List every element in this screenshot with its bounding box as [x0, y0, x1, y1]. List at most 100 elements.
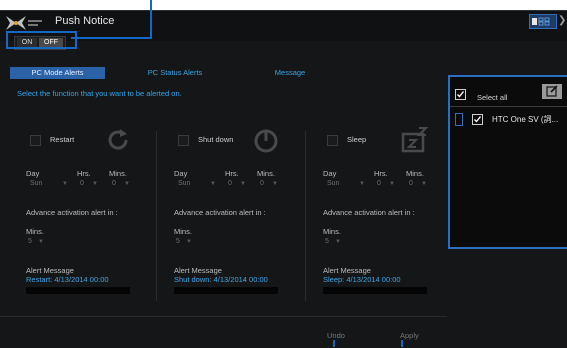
hrs-select[interactable]: 0 ▼ [74, 179, 100, 189]
adv-mins-label: Mins. [174, 227, 192, 236]
callout-line [150, 0, 152, 39]
device-name: HTC One SV (詞... [492, 115, 559, 124]
mins-value: 0 [409, 180, 413, 187]
shutdown-panel: Shut down Day Hrs. Mins. Sun ▼ 0 ▼ 0 ▼ Adva… [168, 111, 316, 301]
apply-button[interactable]: Apply [400, 331, 419, 340]
adv-mins-select[interactable]: 5 ▼ [323, 237, 343, 247]
sleep-checkbox[interactable] [327, 135, 338, 146]
restart-panel: Restart Day Hrs. Mins. Sun ▼ 0 ▼ 0 ▼ Advanc… [20, 111, 168, 301]
tab-message[interactable]: Message [265, 67, 315, 79]
alert-message-text: Restart: 4/13/2014 00:00 [26, 275, 109, 284]
chevron-down-icon: ▼ [92, 181, 98, 187]
chevron-down-icon: ▼ [272, 181, 278, 187]
advance-label: Advance activation alert in : [323, 208, 415, 217]
tuf-logo-icon [6, 16, 42, 30]
callout-line [333, 340, 335, 347]
adv-mins-value: 5 [28, 238, 32, 245]
alert-message-label: Alert Message [323, 266, 371, 275]
chevron-down-icon: ▼ [389, 181, 395, 187]
tab-bar: PC Mode Alerts PC Status Alerts Message [0, 67, 447, 79]
select-all-checkbox[interactable] [455, 89, 466, 100]
function-label: Shut down [198, 135, 234, 144]
callout-line [401, 340, 403, 347]
alert-message-text: Shut down: 4/13/2014 00:00 [174, 275, 268, 284]
function-label: Restart [50, 135, 75, 144]
day-value: Sun [178, 180, 191, 187]
hrs-label: Hrs. [374, 169, 388, 178]
adv-mins-select[interactable]: 5 ▼ [26, 237, 46, 247]
adv-mins-value: 5 [176, 238, 180, 245]
alert-message-input[interactable] [323, 287, 427, 294]
restart-icon [108, 129, 128, 150]
shutdown-checkbox[interactable] [178, 135, 189, 146]
alert-message-text: Sleep: 4/13/2014 00:00 [323, 275, 401, 284]
adv-mins-label: Mins. [26, 227, 44, 236]
undo-button[interactable]: Undo [327, 331, 345, 340]
adv-mins-value: 5 [325, 238, 329, 245]
chevron-down-icon: ▼ [210, 181, 216, 187]
day-label: Day [323, 169, 337, 178]
edit-icon [546, 85, 558, 97]
row-divider [450, 106, 567, 107]
push-notice-window: Push Notice ❯ ON OFF PC Mode Alerts PC S… [0, 10, 567, 348]
mins-select[interactable]: 0 ▼ [254, 179, 280, 189]
window-title: Push Notice [55, 15, 115, 27]
edit-button[interactable] [542, 84, 562, 99]
mins-select[interactable]: 0 ▼ [106, 179, 132, 189]
sleep-panel: Sleep Day Hrs. Mins. Sun ▼ 0 ▼ 0 ▼ Advance … [317, 111, 465, 301]
advance-label: Advance activation alert in : [26, 208, 118, 217]
day-label: Day [26, 169, 40, 178]
alert-message-label: Alert Message [26, 266, 74, 275]
hrs-value: 0 [80, 180, 84, 187]
day-select[interactable]: Sun ▼ [174, 179, 218, 189]
day-select[interactable]: Sun ▼ [323, 179, 367, 189]
hrs-select[interactable]: 0 ▼ [222, 179, 248, 189]
select-all-label: Select all [477, 93, 508, 102]
hrs-label: Hrs. [77, 169, 91, 178]
footer-divider [0, 316, 447, 317]
toggle-highlight [6, 31, 77, 49]
chevron-down-icon: ▼ [62, 181, 68, 187]
grid-view-icon[interactable] [529, 14, 557, 29]
column-divider [156, 131, 157, 301]
instruction-text: Select the function that you want to be … [17, 89, 182, 98]
day-label: Day [174, 169, 188, 178]
close-icon[interactable]: ❯ [558, 15, 566, 26]
chevron-down-icon: ▼ [359, 181, 365, 187]
alert-message-label: Alert Message [174, 266, 222, 275]
hrs-select[interactable]: 0 ▼ [371, 179, 397, 189]
function-label: Sleep [347, 135, 367, 144]
tab-pc-status-alerts[interactable]: PC Status Alerts [140, 67, 210, 79]
phone-icon [455, 113, 463, 126]
hrs-value: 0 [228, 180, 232, 187]
chevron-down-icon: ▼ [240, 181, 246, 187]
adv-mins-select[interactable]: 5 ▼ [174, 237, 194, 247]
chevron-down-icon: ▼ [124, 181, 130, 187]
day-value: Sun [30, 180, 43, 187]
mins-value: 0 [112, 180, 116, 187]
checkmark-icon [457, 91, 465, 98]
callout-line [71, 37, 151, 39]
hrs-label: Hrs. [225, 169, 239, 178]
chevron-down-icon: ▼ [38, 239, 44, 245]
power-icon [254, 129, 278, 153]
advance-label: Advance activation alert in : [174, 208, 266, 217]
mins-select[interactable]: 0 ▼ [403, 179, 429, 189]
device-panel: Select all HTC One SV (詞... [448, 75, 567, 249]
day-value: Sun [327, 180, 340, 187]
mins-label: Mins. [257, 169, 275, 178]
tab-pc-mode-alerts[interactable]: PC Mode Alerts [10, 67, 105, 79]
checkmark-icon [474, 116, 482, 123]
mins-value: 0 [260, 180, 264, 187]
sleep-icon [401, 127, 429, 153]
chevron-down-icon: ▼ [186, 239, 192, 245]
alert-message-input[interactable] [174, 287, 278, 294]
restart-checkbox[interactable] [30, 135, 41, 146]
chevron-down-icon: ▼ [335, 239, 341, 245]
device-checkbox[interactable] [472, 114, 483, 125]
alert-message-input[interactable] [26, 287, 130, 294]
mins-label: Mins. [109, 169, 127, 178]
chevron-down-icon: ▼ [421, 181, 427, 187]
mins-label: Mins. [406, 169, 424, 178]
day-select[interactable]: Sun ▼ [26, 179, 70, 189]
